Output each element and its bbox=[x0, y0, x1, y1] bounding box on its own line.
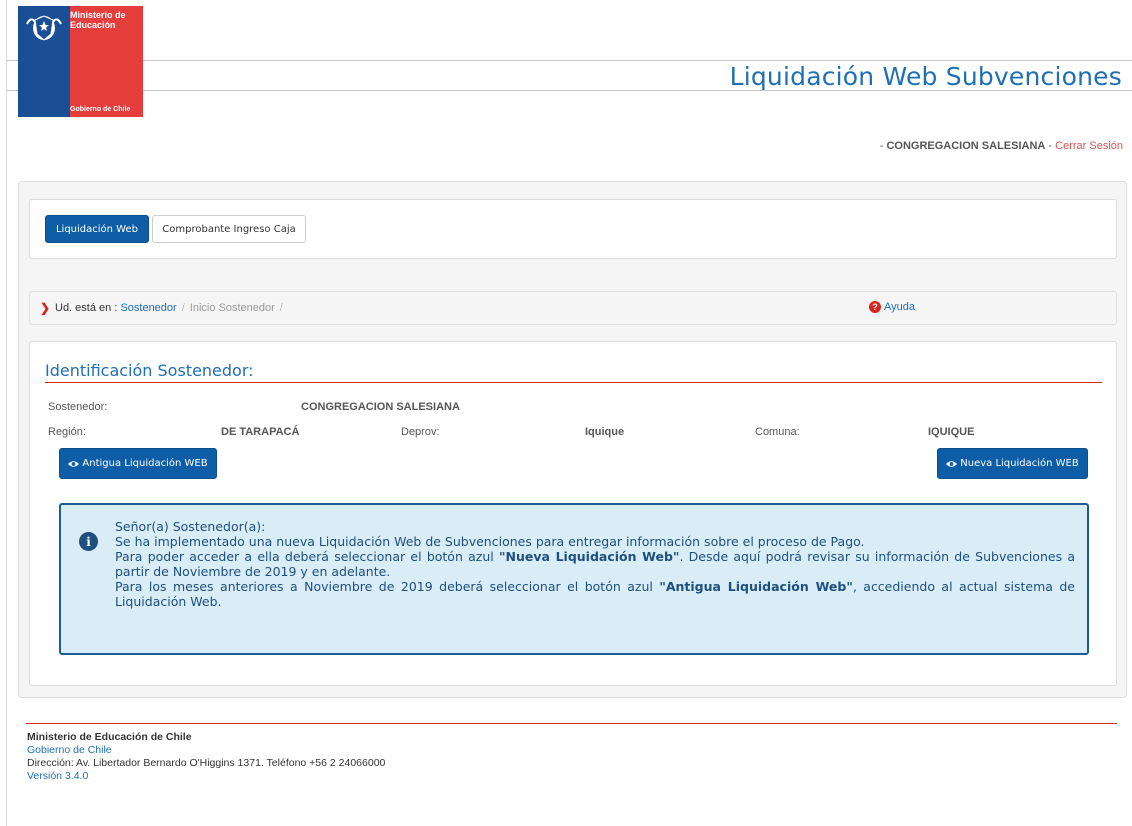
footer-address: Dirección: Av. Libertador Bernardo O'Hig… bbox=[27, 757, 386, 769]
breadcrumb-trail: Ud. está en : Sostenedor / Inicio Sostened… bbox=[55, 302, 288, 314]
logo-footer-text: Gobierno de Chile bbox=[70, 106, 131, 113]
deprov-label: Deprov: bbox=[401, 426, 440, 438]
info-line-2-highlight: "Nueva Liquidación Web" bbox=[499, 549, 680, 564]
info-line-1: Se ha implementado una nueva Liquidación… bbox=[115, 534, 865, 549]
ministry-logo[interactable]: Ministerio de Educación Gobierno de Chil… bbox=[18, 6, 143, 117]
info-line-2: Para poder acceder a ella deberá selecci… bbox=[115, 549, 1075, 579]
info-greeting: Señor(a) Sostenedor(a): bbox=[115, 519, 266, 534]
help-link[interactable]: ? Ayuda bbox=[869, 301, 915, 313]
breadcrumb-link-sostenedor[interactable]: Sostenedor bbox=[120, 302, 176, 314]
comuna-value: IQUIQUE bbox=[928, 426, 975, 438]
breadcrumb-current: Inicio Sostenedor bbox=[189, 302, 275, 314]
identification-panel: Identificación Sostenedor: Sostenedor: C… bbox=[29, 341, 1117, 686]
info-icon: i bbox=[79, 532, 98, 551]
footer: Ministerio de Educación de Chile Gobiern… bbox=[27, 731, 385, 783]
breadcrumb-separator: / bbox=[279, 302, 283, 314]
sostenedor-label: Sostenedor: bbox=[48, 401, 108, 413]
help-label: Ayuda bbox=[884, 301, 915, 313]
logo-blue-block-lower bbox=[18, 54, 70, 117]
footer-divider bbox=[26, 723, 1117, 724]
info-line-3-text: Para los meses anteriores a Noviembre de… bbox=[115, 579, 660, 594]
info-line-2-text: Para poder acceder a ella deberá selecci… bbox=[115, 549, 500, 564]
chevron-right-icon: ❯ bbox=[40, 301, 51, 315]
session-user-name: CONGREGACION SALESIANA bbox=[886, 140, 1046, 152]
comuna-label: Comuna: bbox=[755, 426, 800, 438]
sostenedor-value: CONGREGACION SALESIANA bbox=[301, 401, 460, 413]
breadcrumb-prefix: Ud. está en : bbox=[55, 302, 118, 314]
footer-gov-link[interactable]: Gobierno de Chile bbox=[27, 744, 112, 756]
footer-org: Ministerio de Educación de Chile bbox=[27, 731, 192, 743]
identification-title: Identificación Sostenedor: bbox=[45, 361, 254, 380]
region-label: Región: bbox=[48, 426, 86, 438]
footer-version-link[interactable]: Versión 3.4.0 bbox=[27, 770, 88, 782]
main-panel: Liquidación Web Comprobante Ingreso Caja… bbox=[18, 181, 1127, 698]
coat-of-arms-icon bbox=[26, 15, 62, 41]
tabs-panel: Liquidación Web Comprobante Ingreso Caja bbox=[29, 199, 1117, 259]
app-title: Liquidación Web Subvenciones bbox=[729, 62, 1122, 91]
info-message: Señor(a) Sostenedor(a): Se ha implementa… bbox=[115, 519, 1075, 609]
eye-icon bbox=[946, 460, 958, 467]
tab-comprobante-ingreso-caja[interactable]: Comprobante Ingreso Caja bbox=[152, 215, 306, 243]
eye-icon bbox=[68, 460, 80, 467]
old-liquidacion-button[interactable]: Antigua Liquidación WEB bbox=[59, 448, 217, 479]
info-alert: i Señor(a) Sostenedor(a): Se ha implemen… bbox=[59, 503, 1089, 655]
new-liquidacion-button[interactable]: Nueva Liquidación WEB bbox=[937, 448, 1088, 479]
region-value: DE TARAPACÁ bbox=[221, 426, 300, 438]
deprov-value: Iquique bbox=[585, 426, 625, 438]
tab-liquidacion-web[interactable]: Liquidación Web bbox=[45, 215, 149, 243]
breadcrumb-separator: / bbox=[181, 302, 185, 314]
old-liquidacion-label: Antigua Liquidación WEB bbox=[82, 458, 208, 469]
title-divider bbox=[45, 382, 1102, 383]
page-left-border bbox=[6, 0, 7, 826]
new-liquidacion-label: Nueva Liquidación WEB bbox=[960, 458, 1079, 469]
logo-title: Ministerio de Educación bbox=[70, 10, 126, 30]
info-line-3-highlight: "Antigua Liquidación Web" bbox=[659, 579, 853, 594]
logout-link[interactable]: Cerrar Sesión bbox=[1055, 140, 1123, 152]
session-info: - CONGREGACION SALESIANA - Cerrar Sesión bbox=[880, 140, 1123, 152]
breadcrumb: ❯ Ud. está en : Sostenedor / Inicio Sosten… bbox=[29, 291, 1117, 325]
session-separator: - bbox=[1045, 140, 1056, 152]
info-line-3: Para los meses anteriores a Noviembre de… bbox=[115, 579, 1075, 609]
help-question-icon: ? bbox=[869, 301, 881, 313]
